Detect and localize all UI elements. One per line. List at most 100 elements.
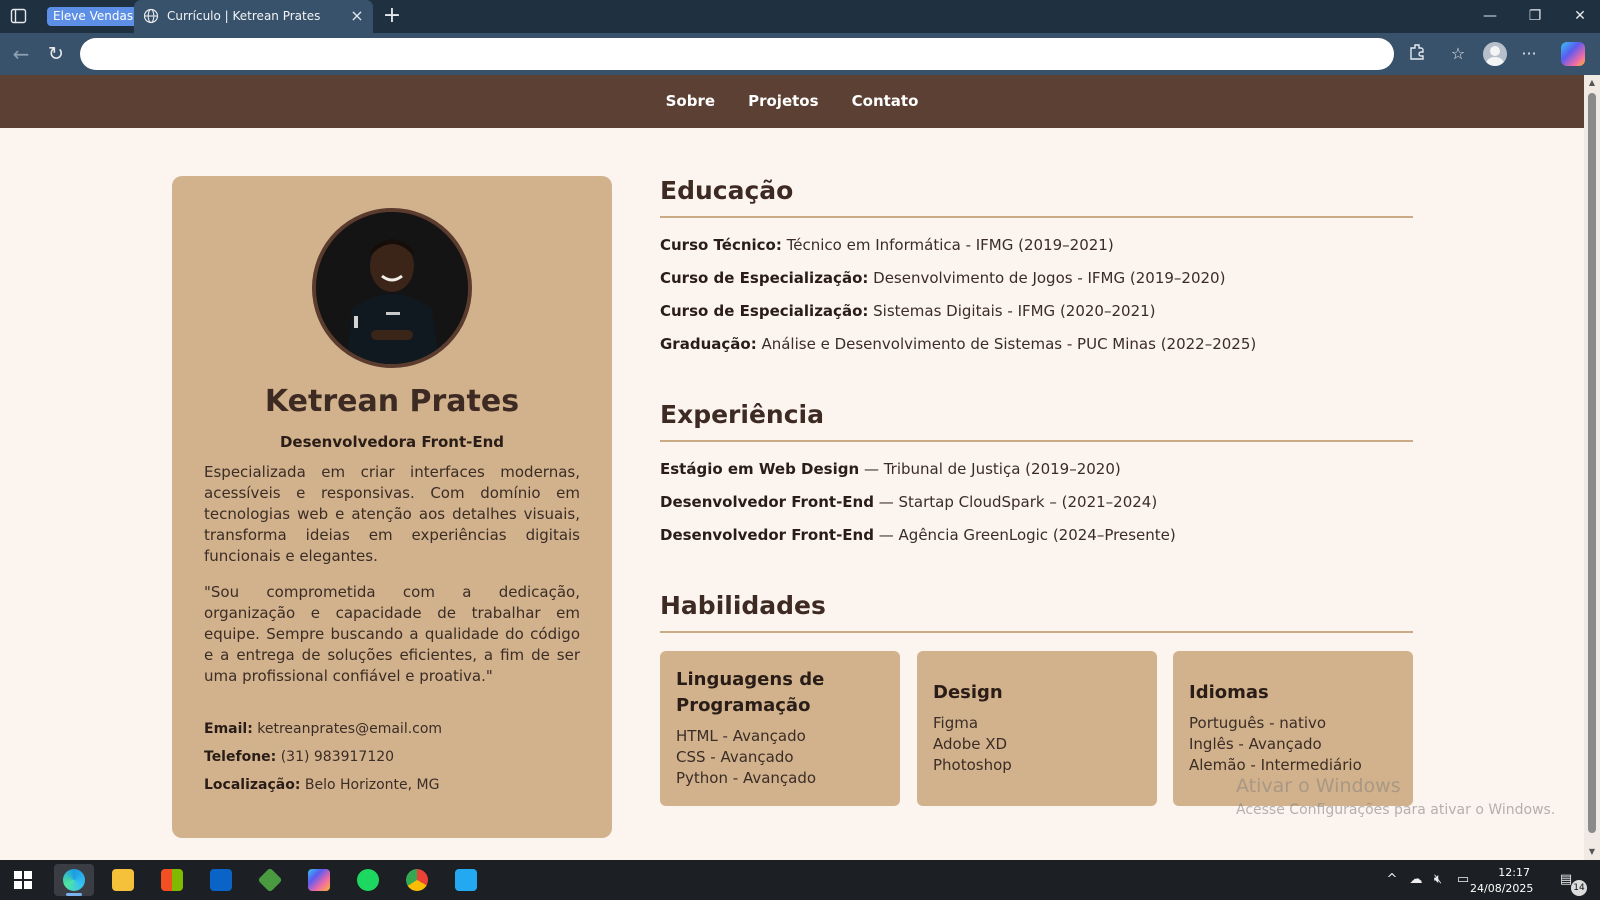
new-tab-icon[interactable]: + [382, 5, 402, 27]
os-taskbar: ^ ☁ 🔇︎ ▭ 12:17 24/08/2025 ▤ 14 [0, 860, 1600, 900]
copilot-icon[interactable] [299, 864, 339, 896]
item-label: Graduação: [660, 335, 757, 353]
section-divider [660, 440, 1413, 442]
more-options-icon[interactable]: ··· [1518, 43, 1540, 65]
skill-item: Python - Avançado [676, 769, 817, 787]
notification-count: 14 [1571, 880, 1587, 896]
activation-watermark-title: Ativar o Windows [1236, 775, 1401, 797]
experience-title: Experiência [660, 400, 824, 429]
scroll-down-icon[interactable]: ▼ [1587, 847, 1597, 857]
tab-active[interactable]: Currículo | Ketrean Prates × [134, 0, 373, 33]
scroll-thumb[interactable] [1588, 93, 1596, 833]
file-explorer-icon[interactable] [103, 864, 143, 896]
education-item: Graduação: Análise e Desenvolvimento de … [660, 335, 1256, 353]
skill-card-title: Design [933, 682, 1003, 703]
item-value: Desenvolvimento de Jogos - IFMG (2019–20… [873, 269, 1226, 287]
network-icon[interactable]: ▭ [1455, 872, 1471, 888]
contact-label: Localização: [204, 777, 301, 793]
vscode-icon[interactable] [446, 864, 486, 896]
item-label: Desenvolvedor Front-End [660, 526, 874, 544]
contact-label: Telefone: [204, 749, 277, 765]
contact-phone: Telefone: (31) 983917120 [204, 749, 394, 765]
skill-item: Inglês - Avançado [1189, 735, 1322, 753]
close-tab-icon[interactable]: × [349, 8, 365, 24]
address-input[interactable] [80, 38, 1394, 70]
site-nav: Sobre Projetos Contato [0, 75, 1584, 128]
globe-icon [143, 8, 159, 24]
education-item: Curso de Especialização: Desenvolvimento… [660, 269, 1225, 287]
nav-link-contato[interactable]: Contato [852, 75, 919, 128]
store-icon[interactable] [152, 864, 192, 896]
clock-time[interactable]: 12:17 [1470, 866, 1530, 879]
back-arrow-icon[interactable]: ← [10, 43, 32, 65]
outlook-icon[interactable] [201, 864, 241, 896]
skill-card-title: Linguagens de [676, 669, 825, 690]
contact-value: (31) 983917120 [280, 749, 395, 765]
node-icon[interactable] [250, 864, 290, 896]
item-value: — Agência GreenLogic (2024–Presente) [878, 526, 1176, 544]
clock-date[interactable]: 24/08/2025 [1470, 882, 1533, 895]
education-item: Curso Técnico: Técnico em Informática - … [660, 236, 1114, 254]
contact-email: Email: ketreanprates@email.com [204, 721, 442, 737]
nav-link-sobre[interactable]: Sobre [666, 75, 715, 128]
experience-item: Estágio em Web Design — Tribunal de Just… [660, 460, 1121, 478]
browser-tab-strip: Eleve Vendas Currículo | Ketrean Prates … [0, 0, 1600, 33]
scroll-up-icon[interactable]: ▲ [1587, 78, 1597, 88]
skill-item: HTML - Avançado [676, 727, 806, 745]
education-item: Curso de Especialização: Sistemas Digita… [660, 302, 1156, 320]
profile-name: Ketrean Prates [264, 384, 520, 419]
education-title: Educação [660, 176, 794, 205]
tab-title: Currículo | Ketrean Prates [167, 9, 321, 23]
tab-group-label[interactable]: Eleve Vendas [47, 7, 140, 26]
skill-item: Português - nativo [1189, 714, 1327, 732]
restore-icon[interactable]: ❐ [1523, 6, 1547, 26]
contact-value: Belo Horizonte, MG [304, 777, 440, 793]
chrome-icon[interactable] [397, 864, 437, 896]
spotify-icon[interactable] [348, 864, 388, 896]
extensions-icon[interactable] [1406, 43, 1428, 65]
profile-bio: Especializada em criar interfaces modern… [204, 463, 580, 565]
item-value: Análise e Desenvolvimento de Sistemas - … [761, 335, 1257, 353]
profile-card: Ketrean Prates Desenvolvedora Front-End … [172, 176, 612, 838]
item-value: — Startap CloudSpark – (2021–2024) [878, 493, 1158, 511]
nav-link-projetos[interactable]: Projetos [748, 75, 818, 128]
item-label: Desenvolvedor Front-End [660, 493, 874, 511]
experience-item: Desenvolvedor Front-End — Startap CloudS… [660, 493, 1157, 511]
chevron-up-icon[interactable]: ^ [1384, 872, 1400, 888]
page-viewport: Sobre Projetos Contato Ketrean Prates De… [0, 75, 1600, 860]
profile-quote: "Sou comprometida com a dedicação, organ… [204, 583, 580, 685]
item-label: Estágio em Web Design [660, 460, 860, 478]
skill-card-languages: Linguagens de Programação HTML - Avançad… [660, 651, 900, 806]
skill-item: CSS - Avançado [676, 748, 794, 766]
copilot-icon[interactable] [1561, 42, 1585, 66]
speaker-muted-icon[interactable]: 🔇︎ [1430, 872, 1446, 888]
skills-title: Habilidades [660, 591, 826, 620]
contact-location: Localização: Belo Horizonte, MG [204, 777, 440, 793]
windows-start-icon[interactable] [14, 871, 32, 889]
experience-item: Desenvolvedor Front-End — Agência GreenL… [660, 526, 1176, 544]
browser-toolbar: ← ↻ ☆ ··· [0, 33, 1600, 75]
reload-icon[interactable]: ↻ [45, 43, 67, 65]
item-value: — Tribunal de Justiça (2019–2020) [863, 460, 1121, 478]
cloud-icon[interactable]: ☁ [1408, 872, 1424, 888]
profile-photo [312, 208, 472, 368]
edge-icon[interactable] [54, 864, 94, 896]
profile-role: Desenvolvedora Front-End [279, 433, 505, 451]
skill-item: Adobe XD [933, 735, 1008, 753]
minimize-icon[interactable]: — [1478, 6, 1502, 26]
skill-card-design: Design Figma Adobe XD Photoshop [917, 651, 1157, 806]
contact-value: ketreanprates@email.com [257, 721, 443, 737]
close-window-icon[interactable]: ✕ [1568, 6, 1592, 26]
contact-label: Email: [204, 721, 253, 737]
page-scrollbar[interactable]: ▲ ▼ [1584, 75, 1600, 860]
tab-actions-icon[interactable] [10, 8, 28, 24]
item-value: Técnico em Informática - IFMG (2019–2021… [786, 236, 1114, 254]
item-value: Sistemas Digitais - IFMG (2020–2021) [873, 302, 1156, 320]
skill-card-title: Programação [676, 695, 811, 716]
profile-avatar-icon[interactable] [1483, 42, 1507, 66]
item-label: Curso de Especialização: [660, 302, 869, 320]
favorites-icon[interactable]: ☆ [1447, 43, 1469, 65]
skill-card-title: Idiomas [1189, 682, 1269, 703]
item-label: Curso de Especialização: [660, 269, 869, 287]
skill-item: Figma [933, 714, 979, 732]
